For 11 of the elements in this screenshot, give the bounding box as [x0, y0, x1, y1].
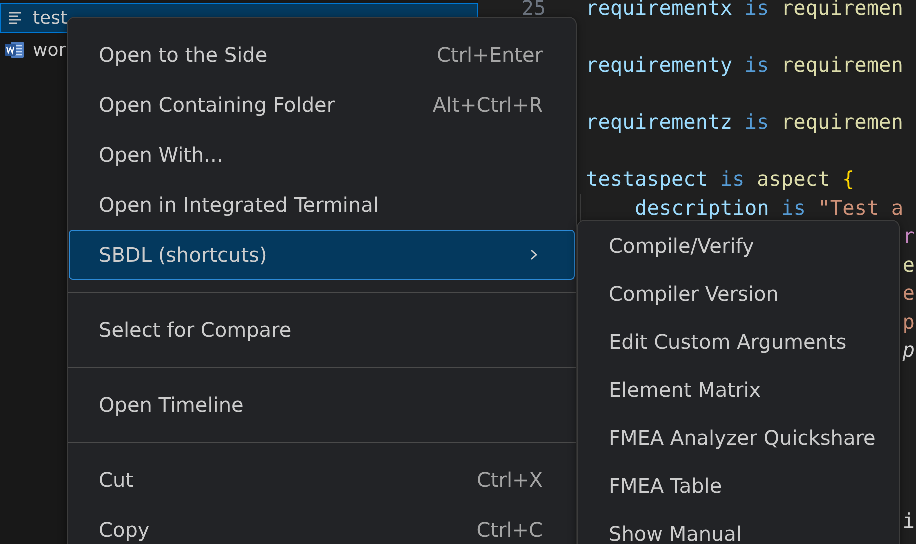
code-line: r	[902, 223, 915, 250]
code-line: requirementy is requiremen	[586, 52, 904, 79]
code-line: i	[902, 508, 915, 535]
code-line: p	[902, 337, 915, 364]
code-line: requirementz is requiremen	[586, 109, 904, 136]
code-line: description is "Test a	[635, 194, 904, 222]
line-number: 25	[522, 0, 546, 20]
code-line: p	[902, 308, 915, 336]
code-line: e	[902, 280, 915, 307]
code-line: testaspect is aspect {	[586, 166, 855, 193]
code-line: e	[902, 252, 915, 278]
